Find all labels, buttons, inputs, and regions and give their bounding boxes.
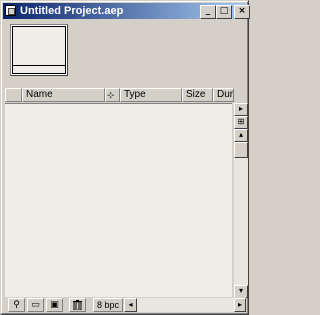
new-composition-icon: ▣: [50, 300, 59, 310]
maximize-icon: □: [219, 6, 229, 16]
scroll-up-icon: ▴: [238, 130, 243, 139]
scroll-thumb[interactable]: [234, 142, 248, 158]
thumbnail-area: [3, 19, 246, 84]
vertical-scrollbar[interactable]: ▸ ⊞ ▴ ▾: [234, 103, 248, 298]
maximize-button[interactable]: □: [216, 5, 232, 19]
scroll-right-icon: ▸: [237, 300, 242, 309]
new-folder-icon: ▭: [31, 300, 40, 310]
scroll-left-button[interactable]: ◂: [124, 298, 137, 312]
bit-depth-label: 8 bpc: [96, 300, 120, 310]
app-icon[interactable]: [5, 5, 16, 16]
flowchart-icon: ⊞: [237, 117, 245, 126]
delete-button[interactable]: [69, 298, 86, 312]
horizontal-scrollbar[interactable]: ◂: [124, 298, 234, 312]
minimize-icon: _: [205, 6, 211, 16]
column-name-label: Name: [26, 89, 53, 100]
scroll-left-icon: ◂: [128, 300, 133, 309]
column-duration[interactable]: Durat: [213, 88, 234, 102]
new-composition-button[interactable]: ▣: [46, 298, 63, 312]
project-items-list[interactable]: [5, 103, 232, 297]
column-header: Name ⊹ Type Size Durat: [3, 87, 234, 103]
panel-menu-icon: ▸: [238, 104, 243, 113]
trash-icon: [73, 300, 82, 312]
project-window: Untitled Project.aep _ □ × Name ⊹ Type S…: [0, 0, 250, 315]
column-name[interactable]: Name: [22, 88, 105, 102]
scroll-down-icon: ▾: [238, 286, 243, 295]
panel-menu-button[interactable]: ▸: [234, 103, 248, 116]
column-type[interactable]: Type: [120, 88, 182, 102]
column-label[interactable]: [5, 88, 22, 102]
thumbnail-preview: [10, 24, 68, 76]
column-flowchart[interactable]: ⊹: [105, 88, 120, 102]
column-duration-label: Durat: [217, 89, 234, 100]
bottom-toolbar: ⚲ ▭ ▣ 8 bpc ◂: [3, 297, 246, 313]
bit-depth-button[interactable]: 8 bpc: [93, 298, 123, 312]
flowchart-icon: ⊹: [107, 90, 115, 100]
title-bar[interactable]: Untitled Project.aep _ □ ×: [3, 3, 250, 19]
close-icon: ×: [238, 6, 246, 16]
minimize-button[interactable]: _: [200, 5, 216, 19]
window-title: Untitled Project.aep: [20, 5, 124, 17]
flowchart-button[interactable]: ⊞: [234, 116, 248, 129]
thumbnail-canvas: [12, 26, 66, 74]
new-folder-button[interactable]: ▭: [27, 298, 44, 312]
column-size-label: Size: [186, 89, 206, 100]
scroll-up-button[interactable]: ▴: [234, 129, 248, 142]
column-type-label: Type: [124, 89, 146, 100]
column-size[interactable]: Size: [182, 88, 213, 102]
find-icon: ⚲: [13, 300, 20, 310]
find-button[interactable]: ⚲: [8, 298, 25, 312]
scroll-right-button[interactable]: ▸: [234, 298, 246, 312]
close-button[interactable]: ×: [234, 5, 250, 19]
